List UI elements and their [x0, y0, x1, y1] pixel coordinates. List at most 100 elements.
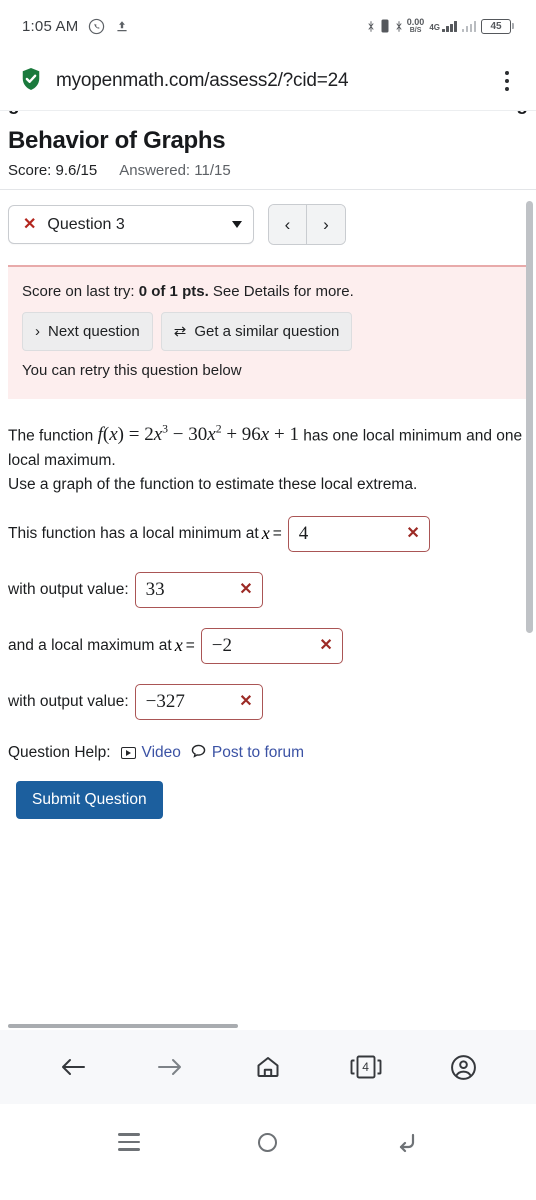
- vibrate-icon: [379, 18, 391, 34]
- term1-var: x: [153, 423, 163, 445]
- battery-tip: [512, 23, 514, 29]
- fn-var: x: [109, 423, 118, 445]
- signal-bars-secondary-icon: [461, 20, 476, 32]
- plus-op: +: [226, 423, 238, 445]
- battery-indicator: 45: [481, 18, 514, 34]
- home-icon[interactable]: [246, 1045, 290, 1089]
- term4-const: 1: [289, 423, 299, 445]
- question-selector-dropdown[interactable]: ✕ Question 3: [8, 205, 254, 244]
- question-line2: Use a graph of the function to estimate …: [8, 475, 418, 493]
- term2-var: x: [207, 423, 216, 445]
- upload-icon: [115, 19, 129, 34]
- chevron-down-icon: [232, 221, 242, 228]
- recents-lines: [118, 1133, 141, 1151]
- profile-icon[interactable]: [441, 1045, 485, 1089]
- browser-toolbar: 4: [0, 1030, 536, 1104]
- answer-label-max-x: and a local maximum at: [8, 636, 172, 654]
- get-similar-question-button[interactable]: ⇄ Get a similar question: [160, 312, 353, 352]
- horizontal-scrollbar[interactable]: [8, 1024, 238, 1028]
- question-intro-pre: The function: [8, 426, 98, 444]
- answer-label-min-output: with output value:: [8, 580, 129, 598]
- answered-label: Answered: 11/15: [119, 162, 231, 179]
- back-arrow-icon[interactable]: [51, 1045, 95, 1089]
- tabs-button[interactable]: 4: [344, 1045, 388, 1089]
- signal-sim1: 4G: [429, 20, 457, 32]
- submit-question-button[interactable]: Submit Question: [16, 780, 163, 819]
- input-local-minimum-output[interactable]: 33 ✕: [134, 571, 263, 608]
- network-type-label: 4G: [429, 22, 440, 32]
- score-summary: Score: 9.6/15 Answered: 11/15: [0, 155, 536, 189]
- status-bar-left: 1:05 AM: [22, 18, 129, 35]
- question-navigation-row: ✕ Question 3 ‹ ›: [0, 190, 536, 257]
- fn-equals: =: [128, 423, 140, 445]
- whatsapp-icon: [88, 18, 105, 35]
- answer-var-min-x: x: [261, 523, 270, 544]
- data-rate-indicator: 0.00 B/S: [406, 17, 425, 35]
- clipped-right: g: [516, 111, 528, 116]
- home-circle-shape: [258, 1132, 278, 1152]
- alert-score-prefix: Score on last try:: [22, 283, 139, 300]
- function-expression: f(x) = 2x3 − 30x2 + 96x + 1: [98, 422, 299, 445]
- forum-help-link[interactable]: Post to forum: [191, 744, 304, 763]
- answer-row-min-x: This function has a local minimum at x =…: [8, 515, 528, 552]
- question-statement: The function f(x) = 2x3 − 30x2 + 96x + 1…: [8, 421, 528, 473]
- back-curve-icon[interactable]: [384, 1119, 430, 1165]
- question-help-label: Question Help:: [8, 744, 111, 762]
- answer-row-max-output: with output value: −327 ✕: [8, 683, 528, 720]
- recents-icon[interactable]: [106, 1119, 152, 1165]
- data-rate-unit: B/S: [409, 27, 422, 34]
- next-question-button[interactable]: ›: [307, 205, 345, 244]
- url-text[interactable]: myopenmath.com/assess2/?cid=24: [56, 70, 482, 92]
- incorrect-mark-icon: ✕: [319, 636, 333, 654]
- signal-sim2: [461, 20, 476, 32]
- data-rate-value: 0.00: [406, 17, 425, 27]
- browser-url-bar[interactable]: myopenmath.com/assess2/?cid=24: [0, 52, 536, 110]
- term3-var: x: [260, 423, 270, 445]
- refresh-icon: ⇄: [173, 323, 187, 340]
- next-question-action-button[interactable]: › Next question: [22, 312, 153, 352]
- status-bar-right: 0.00 B/S 4G 45: [368, 18, 514, 34]
- input-local-maximum-output[interactable]: −327 ✕: [134, 683, 263, 720]
- minus-op: −: [172, 423, 184, 445]
- alert-score-suffix: See Details for more.: [208, 283, 354, 300]
- term1-coef: 2: [144, 423, 154, 445]
- input-value-min-x: 4: [298, 522, 309, 544]
- plus-op-2: +: [273, 423, 285, 445]
- url-value: myopenmath.com/assess2/?cid=24: [56, 70, 349, 91]
- input-local-maximum-x[interactable]: −2 ✕: [200, 627, 343, 664]
- input-local-minimum-x[interactable]: 4 ✕: [287, 515, 430, 552]
- alert-actions: › Next question ⇄ Get a similar question…: [22, 312, 514, 383]
- term2-exp: 2: [215, 422, 222, 436]
- get-similar-question-label: Get a similar question: [194, 323, 340, 340]
- clipped-left: g: [8, 111, 20, 116]
- video-play-icon: [120, 747, 136, 760]
- home-circle-icon[interactable]: [245, 1119, 291, 1165]
- vertical-scrollbar[interactable]: [526, 201, 533, 633]
- term1-exp: 3: [162, 422, 169, 436]
- answer-var-max-x: x: [174, 635, 183, 656]
- input-value-min-output: 33: [145, 578, 165, 600]
- bluetooth-icon-2: [396, 20, 402, 33]
- web-page-content: g g Behavior of Graphs Score: 9.6/15 Ans…: [0, 110, 536, 1030]
- score-label: Score: 9.6/15: [8, 162, 98, 179]
- video-help-label: Video: [141, 744, 181, 762]
- x-mark-icon: ✕: [23, 215, 37, 233]
- prev-question-button[interactable]: ‹: [269, 205, 307, 244]
- fn-close-paren: ): [117, 423, 124, 445]
- kebab-menu-icon[interactable]: [496, 67, 518, 96]
- alert-score-value: 0 of 1 pts.: [138, 283, 209, 300]
- answer-row-min-output: with output value: 33 ✕: [8, 571, 528, 608]
- clipped-heading-row: g g: [0, 111, 536, 125]
- forum-help-label: Post to forum: [211, 744, 305, 762]
- question-selector-label: Question 3: [47, 215, 125, 233]
- question-body: The function f(x) = 2x3 − 30x2 + 96x + 1…: [0, 399, 536, 720]
- speech-bubble-icon: [191, 744, 206, 763]
- answer-equals-max-x: =: [185, 636, 195, 654]
- alert-trailing-text: You can retry this question below: [22, 362, 242, 380]
- last-try-alert: Score on last try: 0 of 1 pts. See Detai…: [8, 265, 528, 399]
- video-help-link[interactable]: Video: [120, 744, 181, 762]
- incorrect-mark-icon: ✕: [239, 692, 253, 710]
- forward-arrow-icon[interactable]: [148, 1045, 192, 1089]
- chevron-right-icon: ›: [35, 323, 40, 340]
- answer-label-min-x: This function has a local minimum at: [8, 524, 259, 542]
